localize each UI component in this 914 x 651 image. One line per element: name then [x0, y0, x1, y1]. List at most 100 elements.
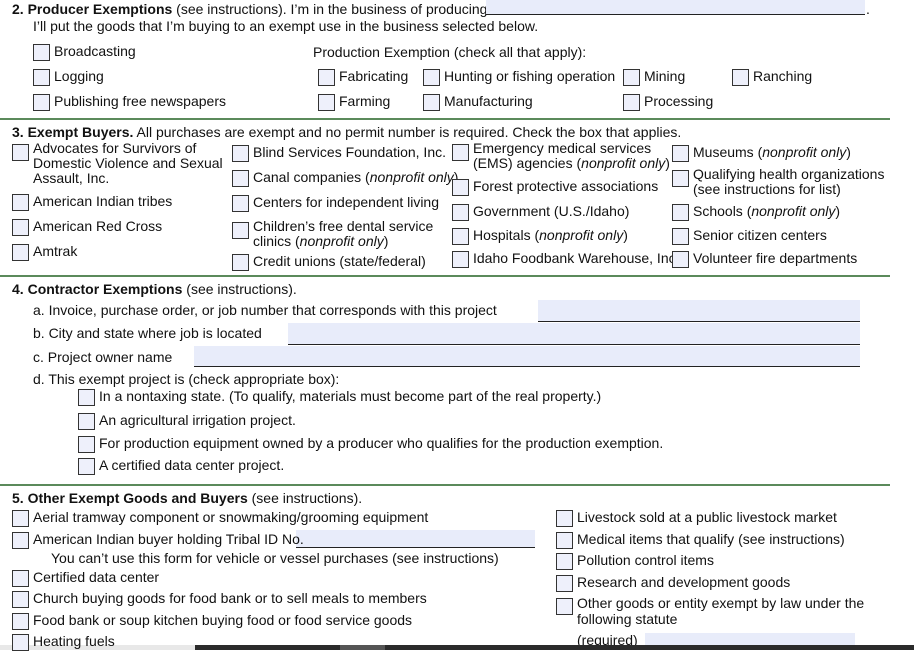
checkbox-label: Canal companies (nonprofit only): [253, 169, 458, 185]
checkbox[interactable]: [732, 69, 749, 86]
label-text: Government (U.S./Idaho): [473, 203, 630, 219]
job-number-field[interactable]: [538, 300, 860, 322]
checkbox[interactable]: [12, 570, 29, 587]
checkbox[interactable]: [672, 228, 689, 245]
checkbox[interactable]: [318, 69, 335, 86]
checkbox[interactable]: [452, 251, 469, 268]
checkbox[interactable]: [33, 69, 50, 86]
checkbox[interactable]: [78, 436, 95, 453]
checkbox[interactable]: [556, 575, 573, 592]
checkbox[interactable]: [623, 94, 640, 111]
production-exemption-heading: Production Exemption (check all that app…: [313, 44, 587, 60]
checkbox[interactable]: [423, 94, 440, 111]
checkbox-label: Aerial tramway component or snowmaking/g…: [33, 509, 428, 525]
section-title: Other Exempt Goods and Buyers: [27, 490, 248, 506]
checkbox-label: Fabricating: [339, 68, 408, 84]
checkbox-label: American Red Cross: [33, 218, 162, 234]
checkbox-label: Broadcasting: [54, 43, 136, 59]
checkbox[interactable]: [78, 458, 95, 475]
checkbox-label: American Indian buyer holding Tribal ID …: [33, 531, 304, 547]
checkbox[interactable]: [12, 194, 29, 211]
label-text: Museums (: [693, 144, 763, 160]
checkbox[interactable]: [78, 389, 95, 406]
label-text: Church buying goods for food bank or to …: [33, 590, 427, 606]
checkbox[interactable]: [12, 532, 29, 549]
checkbox[interactable]: [556, 598, 573, 615]
label-text: Livestock sold at a public livestock mar…: [577, 509, 837, 525]
checkbox[interactable]: [672, 145, 689, 162]
checkbox-label: Logging: [54, 68, 104, 84]
checkbox-label: Museums (nonprofit only): [693, 144, 851, 160]
checkbox[interactable]: [556, 510, 573, 527]
checkbox[interactable]: [12, 244, 29, 261]
checkbox[interactable]: [12, 219, 29, 236]
business-field[interactable]: [486, 0, 865, 15]
checkbox[interactable]: [12, 510, 29, 527]
label-text: Domestic Violence and Sexual: [33, 155, 223, 171]
checkbox-label: Emergency medical services (EMS) agencies…: [473, 141, 670, 171]
checkbox[interactable]: [672, 170, 689, 187]
checkbox[interactable]: [672, 251, 689, 268]
checkbox[interactable]: [672, 204, 689, 221]
label-text: American Indian tribes: [33, 193, 173, 209]
section-number: 2.: [12, 1, 24, 17]
checkbox[interactable]: [33, 94, 50, 111]
period: .: [866, 1, 870, 17]
checkbox[interactable]: [556, 532, 573, 549]
tribal-id-field[interactable]: [296, 530, 535, 548]
checkbox-label: Idaho Foodbank Warehouse, Inc.: [473, 250, 680, 266]
label-text: Medical items that qualify (see instruct…: [577, 531, 845, 547]
checkbox[interactable]: [318, 94, 335, 111]
checkbox-label: Medical items that qualify (see instruct…: [577, 531, 845, 547]
checkbox-label: Blind Services Foundation, Inc.: [253, 144, 446, 160]
label-text: ): [623, 227, 628, 243]
checkbox[interactable]: [232, 170, 249, 187]
checkbox[interactable]: [556, 553, 573, 570]
checkbox[interactable]: [12, 591, 29, 608]
section-number: 4.: [12, 281, 24, 297]
label-text: nonprofit only: [539, 227, 624, 243]
checkbox[interactable]: [33, 44, 50, 61]
label-text: nonprofit only: [762, 144, 847, 160]
label-text: Senior citizen centers: [693, 227, 827, 243]
checkbox[interactable]: [452, 179, 469, 196]
checkbox-label: Children’s free dental service clinics (n…: [253, 219, 433, 249]
section-5-heading: 5. Other Exempt Goods and Buyers (see in…: [12, 490, 362, 506]
checkbox-label: Volunteer fire departments: [693, 250, 857, 266]
label-text: A certified data center project.: [99, 457, 285, 473]
checkbox-label: Credit unions (state/federal): [253, 253, 426, 269]
label-text: Heating fuels: [33, 633, 115, 649]
checkbox[interactable]: [232, 145, 249, 162]
checkbox-label: Mining: [644, 68, 685, 84]
checkbox[interactable]: [452, 228, 469, 245]
checkbox[interactable]: [232, 254, 249, 271]
label-text: ): [835, 203, 841, 219]
label-text: nonprofit only: [299, 233, 384, 249]
checkbox-label: Church buying goods for food bank or to …: [33, 590, 427, 606]
label-text: Aerial tramway component or snowmaking/g…: [33, 509, 429, 525]
checkbox[interactable]: [232, 195, 249, 212]
checkbox[interactable]: [452, 204, 469, 221]
scroll-thumb[interactable]: [340, 645, 385, 650]
bottom-scrollbar[interactable]: [0, 645, 914, 650]
checkbox[interactable]: [423, 69, 440, 86]
checkbox-label: For production equipment owned by a prod…: [99, 435, 663, 451]
checkbox[interactable]: [78, 413, 95, 430]
checkbox[interactable]: [12, 634, 29, 651]
city-state-field[interactable]: [288, 323, 860, 345]
label-text: Research and development goods: [577, 574, 791, 590]
section-title-rest: (see instructions). I’m in the business …: [172, 1, 488, 17]
checkbox[interactable]: [623, 69, 640, 86]
checkbox[interactable]: [232, 222, 249, 239]
section-divider: [0, 118, 890, 120]
label-text: Food bank or soup kitchen buying food or…: [33, 612, 413, 628]
label-text: Centers for independent living: [253, 194, 440, 210]
label-text: Assault, Inc.: [33, 170, 110, 186]
label-text: Broadcasting: [54, 43, 136, 59]
label-text: clinics (: [253, 233, 300, 249]
checkbox[interactable]: [12, 613, 29, 630]
label-text: Emergency medical services: [473, 140, 652, 156]
project-owner-field[interactable]: [194, 346, 860, 367]
checkbox[interactable]: [452, 144, 469, 161]
checkbox[interactable]: [12, 144, 29, 161]
